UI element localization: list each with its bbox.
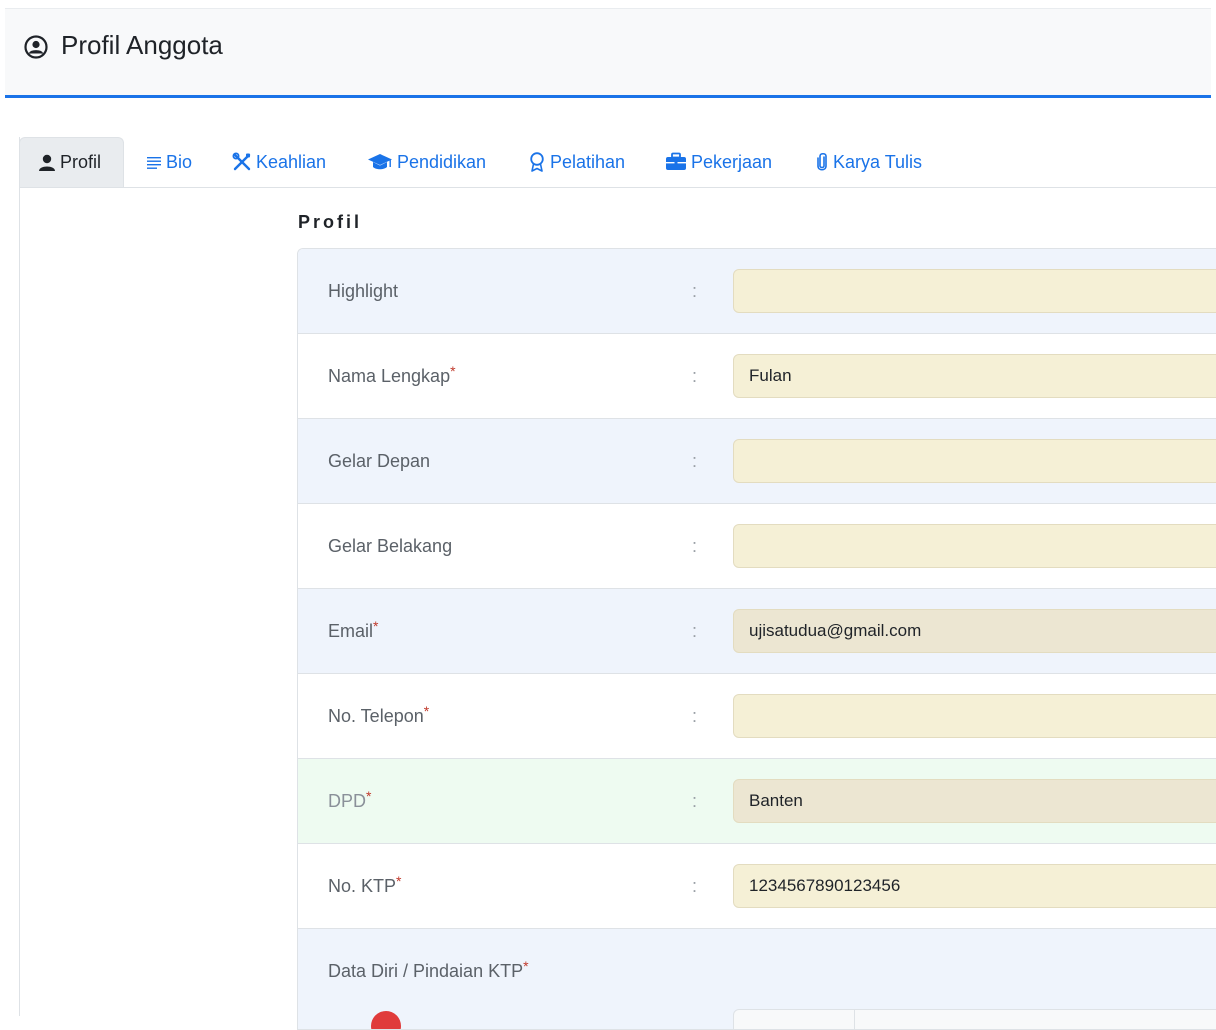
field-label: Data Diri / Pindaian KTP*: [328, 958, 529, 981]
form-row-no-ktp: No. KTP* : 1234567890123456: [298, 844, 1216, 929]
tab-label: Pekerjaan: [691, 151, 773, 172]
graduation-cap-icon: [368, 154, 392, 170]
field-label: No. Telepon*: [328, 703, 430, 726]
ktp-file-input[interactable]: [733, 1009, 1216, 1029]
tab-profil[interactable]: Profil: [19, 137, 124, 187]
tab-pendidikan[interactable]: Pendidikan: [367, 137, 486, 187]
field-label: Highlight: [328, 281, 399, 301]
gelar-belakang-field[interactable]: [733, 524, 1216, 568]
required-mark: *: [423, 703, 430, 719]
form-row-email: Email* : ujisatudua@gmail.com: [298, 589, 1216, 674]
form-row-no-telepon: No. Telepon* :: [298, 674, 1216, 759]
field-label: No. KTP*: [328, 873, 402, 896]
required-mark: *: [366, 788, 372, 804]
tab-label: Keahlian: [256, 151, 327, 172]
field-label: Gelar Depan: [328, 451, 431, 471]
field-label: DPD*: [328, 788, 372, 811]
tab-label: Bio: [166, 151, 193, 172]
page-title: Profil Anggota: [61, 30, 223, 60]
file-input-divider: [854, 1010, 855, 1029]
tab-label: Karya Tulis: [833, 151, 923, 172]
tab-label: Pelatihan: [550, 151, 626, 172]
colon: :: [692, 451, 698, 471]
briefcase-icon: [666, 152, 686, 170]
user-icon: [39, 154, 55, 171]
tab-label: Profil: [60, 152, 102, 172]
email-field[interactable]: ujisatudua@gmail.com: [733, 609, 1216, 653]
tab-label: Pendidikan: [397, 151, 487, 172]
tools-icon: [232, 152, 251, 171]
field-label: Nama Lengkap*: [328, 363, 456, 386]
required-mark: *: [373, 618, 379, 634]
user-circle-icon: [24, 35, 48, 59]
dpd-field[interactable]: Banten: [733, 779, 1216, 823]
no-ktp-field[interactable]: 1234567890123456: [733, 864, 1216, 908]
nama-lengkap-field[interactable]: Fulan: [733, 354, 1216, 398]
section-title: Profil: [298, 212, 363, 232]
page-header: Profil Anggota: [5, 8, 1211, 98]
colon: :: [692, 706, 698, 726]
ktp-preview-icon: [371, 1011, 401, 1029]
gelar-depan-field[interactable]: [733, 439, 1216, 483]
tab-karya-tulis[interactable]: Karya Tulis: [815, 137, 922, 187]
field-label: Email*: [328, 618, 379, 641]
profile-form: Highlight : Nama Lengkap* : Fulan Gelar …: [297, 248, 1216, 1030]
form-row-pindaian-ktp: Data Diri / Pindaian KTP*: [298, 929, 1216, 1029]
tab-bar: Profil Bio Keahlian Pendidikan Pelatihan…: [19, 137, 1216, 188]
paperclip-icon: [817, 152, 827, 171]
highlight-field[interactable]: [733, 269, 1216, 313]
tab-bio[interactable]: Bio: [146, 137, 192, 187]
award-icon: [530, 152, 544, 172]
form-row-nama-lengkap: Nama Lengkap* : Fulan: [298, 334, 1216, 419]
colon: :: [692, 621, 698, 641]
required-mark: *: [450, 363, 456, 379]
colon: :: [692, 366, 698, 386]
form-row-gelar-depan: Gelar Depan :: [298, 419, 1216, 504]
field-label: Gelar Belakang: [328, 536, 453, 556]
no-telepon-field[interactable]: [733, 694, 1216, 738]
tab-pelatihan[interactable]: Pelatihan: [528, 137, 625, 187]
form-row-dpd: DPD* : Banten: [298, 759, 1216, 844]
form-row-gelar-belakang: Gelar Belakang :: [298, 504, 1216, 589]
required-mark: *: [396, 873, 402, 889]
colon: :: [692, 281, 698, 301]
colon: :: [692, 536, 698, 556]
required-mark: *: [523, 958, 529, 974]
lines-icon: [147, 157, 161, 169]
form-row-highlight: Highlight :: [298, 249, 1216, 334]
colon: :: [692, 791, 698, 811]
colon: :: [692, 876, 698, 896]
tab-keahlian[interactable]: Keahlian: [232, 137, 326, 187]
tab-pekerjaan[interactable]: Pekerjaan: [665, 137, 772, 187]
